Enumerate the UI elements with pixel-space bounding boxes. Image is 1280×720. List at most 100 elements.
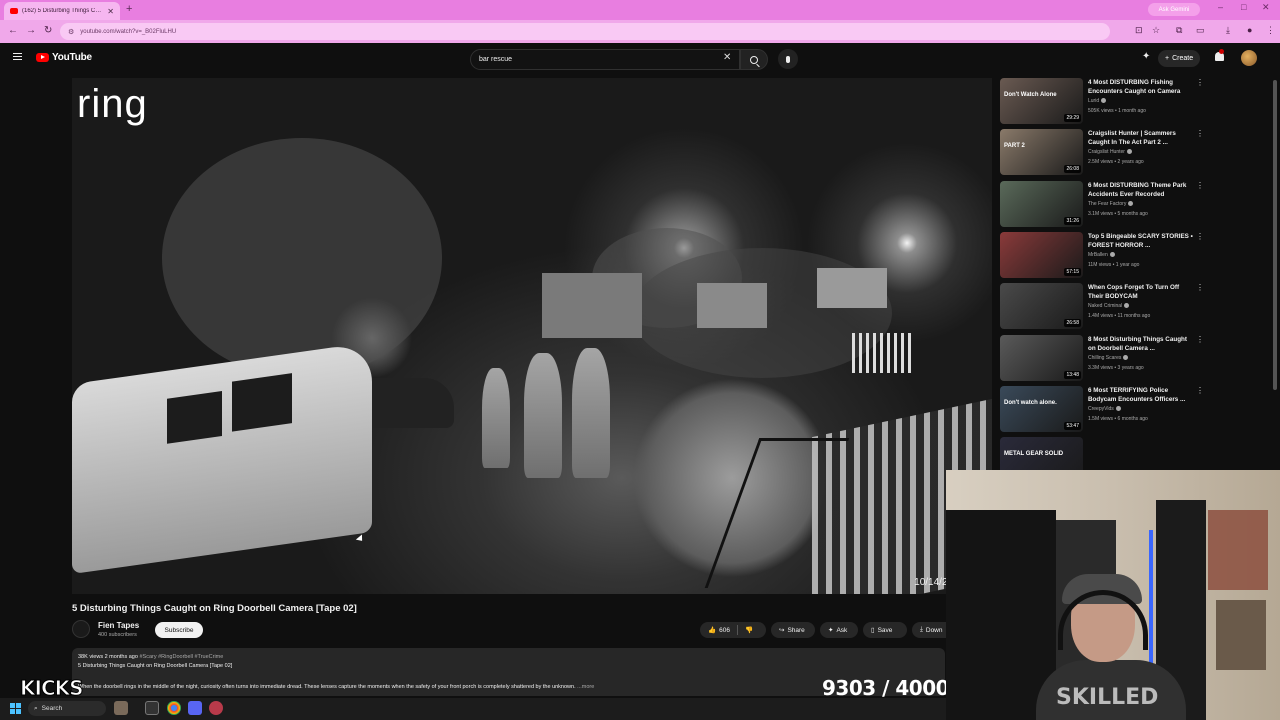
ask-button[interactable]: ✦ Ask xyxy=(820,622,858,638)
more-actions-icon[interactable]: ⋮ xyxy=(1196,181,1204,190)
recommendation-title[interactable]: Top 5 Bingeable SCARY STORIES • FOREST H… xyxy=(1088,232,1194,250)
account-avatar[interactable] xyxy=(1241,50,1257,66)
recommendation-thumbnail[interactable]: 26:58 xyxy=(1000,283,1083,330)
channel-avatar[interactable] xyxy=(72,620,90,638)
back-icon[interactable]: ← xyxy=(8,25,18,36)
recommendation-thumbnail[interactable]: Don't watch alone. 53:47 xyxy=(1000,385,1083,432)
more-actions-icon[interactable]: ⋮ xyxy=(1196,129,1204,138)
youtube-logo[interactable]: YouTube xyxy=(36,52,92,63)
recommendation-channel[interactable]: MrBallen xyxy=(1088,252,1115,258)
tab-close-icon[interactable]: ✕ xyxy=(107,7,114,16)
dislike-icon[interactable]: 👎 xyxy=(745,626,753,634)
download-button[interactable]: ⤓ Down xyxy=(912,622,946,638)
recommendation-item[interactable]: Don't Watch Alone 29:29 4 Most DISTURBIN… xyxy=(1000,78,1205,124)
youtube-favicon-icon xyxy=(10,8,18,14)
voice-search-button[interactable] xyxy=(778,49,798,69)
new-tab-icon[interactable]: + xyxy=(126,3,132,15)
menu-icon[interactable]: ⋮ xyxy=(1266,25,1275,36)
channel-name[interactable]: Fien Tapes xyxy=(98,621,139,630)
close-window-icon[interactable]: ✕ xyxy=(1262,2,1270,13)
plus-icon: + xyxy=(1165,55,1170,62)
more-actions-icon[interactable]: ⋮ xyxy=(1196,335,1204,344)
bookmark-star-icon[interactable]: ☆ xyxy=(1152,25,1160,36)
like-count[interactable]: 606 xyxy=(719,627,730,634)
recommendation-title[interactable]: 8 Most Disturbing Things Caught on Doorb… xyxy=(1088,335,1194,353)
search-input[interactable]: bar rescue xyxy=(470,49,740,70)
hamburger-menu-icon[interactable] xyxy=(13,53,22,60)
gemini-spark-icon[interactable]: ✦ xyxy=(1142,51,1150,62)
recommendation-thumbnail[interactable]: Don't Watch Alone 29:29 xyxy=(1000,78,1083,124)
recommendation-item[interactable]: 13:48 8 Most Disturbing Things Caught on… xyxy=(1000,334,1205,381)
recommendation-channel[interactable]: The Fear Factory xyxy=(1088,201,1134,207)
recommendation-thumbnail[interactable]: PART 2 26:08 xyxy=(1000,129,1083,176)
taskbar-discord-icon[interactable] xyxy=(188,701,202,715)
page-scrollbar[interactable] xyxy=(1273,80,1277,390)
url-text: youtube.com/watch?v=_B02FluLHU xyxy=(80,28,177,35)
channel-label: Craigslist Hunter xyxy=(1088,149,1125,156)
stream-overlay-counter: 9303 / 40000 xyxy=(822,676,963,700)
minimize-icon[interactable]: – xyxy=(1218,2,1223,12)
recommendation-channel[interactable]: Craigslist Hunter xyxy=(1088,149,1132,155)
more-actions-icon[interactable]: ⋮ xyxy=(1196,283,1204,292)
shirt-text: SKILLED xyxy=(1056,685,1159,710)
video-player[interactable]: ring 10/14/2025 21:48 xyxy=(72,78,992,594)
recommendation-title[interactable]: 6 Most DISTURBING Theme Park Accidents E… xyxy=(1088,181,1194,199)
taskbar-search-label: Search xyxy=(41,705,63,712)
sidebar-icon[interactable]: ▭ xyxy=(1196,25,1205,36)
like-icon[interactable]: 👍 xyxy=(708,626,716,634)
show-more-link[interactable]: ...more xyxy=(577,684,594,690)
recommendation-item[interactable]: 26:58 When Cops Forget To Turn Off Their… xyxy=(1000,283,1205,330)
reload-icon[interactable]: ↻ xyxy=(44,25,52,36)
install-icon[interactable]: ⊡ xyxy=(1135,25,1143,36)
recommendation-thumbnail[interactable]: 57:15 xyxy=(1000,231,1083,278)
taskbar-search[interactable]: ⌕ Search xyxy=(28,701,106,716)
recommendation-title[interactable]: 6 Most TERRIFYING Police Bodycam Encount… xyxy=(1088,386,1194,404)
search-button[interactable] xyxy=(740,49,768,70)
ask-gemini-button[interactable]: Ask Gemini xyxy=(1148,3,1200,16)
recommendation-title[interactable]: Craigslist Hunter | Scammers Caught In T… xyxy=(1088,129,1194,147)
tree-silhouette xyxy=(162,138,442,378)
recommendation-title[interactable]: 4 Most DISTURBING Fishing Encounters Cau… xyxy=(1088,78,1194,96)
save-button[interactable]: ▯ Save xyxy=(863,622,907,638)
recommendation-item[interactable]: PART 2 26:08 Craigslist Hunter | Scammer… xyxy=(1000,129,1205,176)
windows-start-icon[interactable] xyxy=(10,703,21,714)
site-info-icon[interactable]: ⚙ xyxy=(68,28,74,36)
taskbar-app-widget-icon[interactable] xyxy=(114,701,128,715)
taskbar-app-icon[interactable] xyxy=(209,701,223,715)
recommendation-item[interactable]: 31:26 6 Most DISTURBING Theme Park Accid… xyxy=(1000,180,1205,227)
channel-label: Lurid xyxy=(1088,98,1100,104)
recommendation-channel[interactable]: Naked Criminal xyxy=(1088,303,1130,310)
url-field[interactable]: ⚙ youtube.com/watch?v=_B02FluLHU xyxy=(60,23,1110,40)
channel-label: MrBallen xyxy=(1088,251,1108,258)
taskbar-task-view-icon[interactable] xyxy=(145,701,159,715)
wall-poster xyxy=(1216,600,1266,670)
create-button[interactable]: + Create xyxy=(1158,50,1201,67)
description-title: 5 Disturbing Things Caught on Ring Doorb… xyxy=(78,663,233,669)
recommendation-channel[interactable]: Chilling Scares xyxy=(1088,355,1129,361)
more-actions-icon[interactable]: ⋮ xyxy=(1196,386,1204,395)
taskbar-chrome-icon[interactable] xyxy=(167,701,181,715)
recommendation-thumbnail[interactable]: 31:26 xyxy=(1000,180,1083,227)
share-button[interactable]: ↪ Share xyxy=(771,622,815,638)
maximize-icon[interactable]: □ xyxy=(1241,2,1246,12)
hashtags[interactable]: #Scary #RingDoorbell #TrueCrime xyxy=(139,654,223,660)
recommendation-item[interactable]: Don't watch alone. 53:47 6 Most TERRIFYI… xyxy=(1000,385,1205,432)
browser-tab[interactable]: (162) 5 Disturbing Things C… ✕ xyxy=(4,2,120,20)
more-actions-icon[interactable]: ⋮ xyxy=(1196,232,1204,241)
video-duration: 29:29 xyxy=(1064,114,1081,122)
extensions-icon[interactable]: ⧉ xyxy=(1176,25,1182,36)
recommendation-channel[interactable]: Lurid xyxy=(1088,98,1107,104)
clear-search-icon[interactable]: ✕ xyxy=(723,52,731,63)
recommendation-item[interactable]: 57:15 Top 5 Bingeable SCARY STORIES • FO… xyxy=(1000,231,1205,278)
stream-overlay-kicks: KICKS xyxy=(20,676,85,701)
download-icon[interactable]: ⤓ xyxy=(1226,25,1230,36)
profile-icon[interactable]: ● xyxy=(1247,25,1252,35)
forward-icon[interactable]: → xyxy=(26,25,36,36)
subscribe-button[interactable]: Subscribe xyxy=(155,622,203,638)
recommendation-channel[interactable]: CreepyVids xyxy=(1088,406,1121,412)
channel-label: Naked Criminal xyxy=(1088,303,1123,310)
recommendation-title[interactable]: When Cops Forget To Turn Off Their BODYC… xyxy=(1088,283,1194,301)
search-icon xyxy=(750,55,758,64)
recommendation-thumbnail[interactable]: 13:48 xyxy=(1000,334,1083,381)
more-actions-icon[interactable]: ⋮ xyxy=(1196,78,1204,87)
